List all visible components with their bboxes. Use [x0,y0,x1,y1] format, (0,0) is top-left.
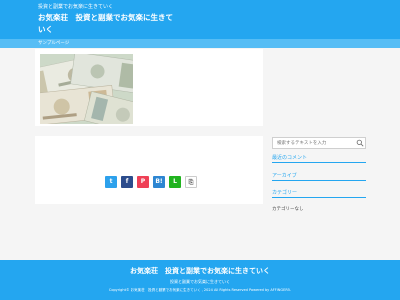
share-facebook-button[interactable]: f [121,176,133,188]
site-tagline: 投資と副業でお気楽に生きていく [38,4,114,10]
categories-heading: カテゴリー [272,189,366,198]
banknotes-photo [40,54,133,124]
recent-comments-heading: 最近のコメント [272,154,366,163]
twitter-icon: t [109,178,113,185]
featured-image [40,54,133,124]
line-icon: L [173,178,177,185]
footer-site-title[interactable]: お気楽荘 投資と副業でお気楽に生きていく [0,266,400,276]
share-pocket-button[interactable]: P [137,176,149,188]
share-hatena-button[interactable]: B! [153,176,165,188]
article-body-panel [35,136,263,204]
nav-item-sample-page[interactable]: サンプルページ [38,40,69,47]
copy-link-button[interactable]: ⎘ [185,176,197,188]
pocket-icon: P [140,178,146,185]
site-footer: お気楽荘 投資と副業でお気楽に生きていく 投資と副業でお気楽に生きていく Cop… [0,260,400,300]
share-twitter-button[interactable]: t [105,176,117,188]
copy-icon: ⎘ [188,179,194,186]
categories-empty-text: カテゴリーなし [272,207,304,212]
hatena-icon: B! [155,178,163,185]
global-nav: サンプルページ [0,39,400,48]
footer-tagline: 投資と副業でお気楽に生きていく [170,279,230,284]
site-header: 投資と副業でお気楽に生きていく お気楽荘 投資と副業でお気楽に生きていく [0,0,400,39]
search-form [272,137,366,149]
site-title-link[interactable]: お気楽荘 投資と副業でお気楽に生きていく [38,12,178,36]
share-line-button[interactable]: L [169,176,181,188]
archives-heading: アーカイブ [272,172,366,181]
search-icon[interactable] [356,139,364,147]
search-input[interactable] [273,138,353,148]
footer-copyright: Copyright© お気楽荘 投資と副業でお気楽に生きていく , 2024 A… [108,288,292,292]
facebook-icon: f [125,178,129,185]
